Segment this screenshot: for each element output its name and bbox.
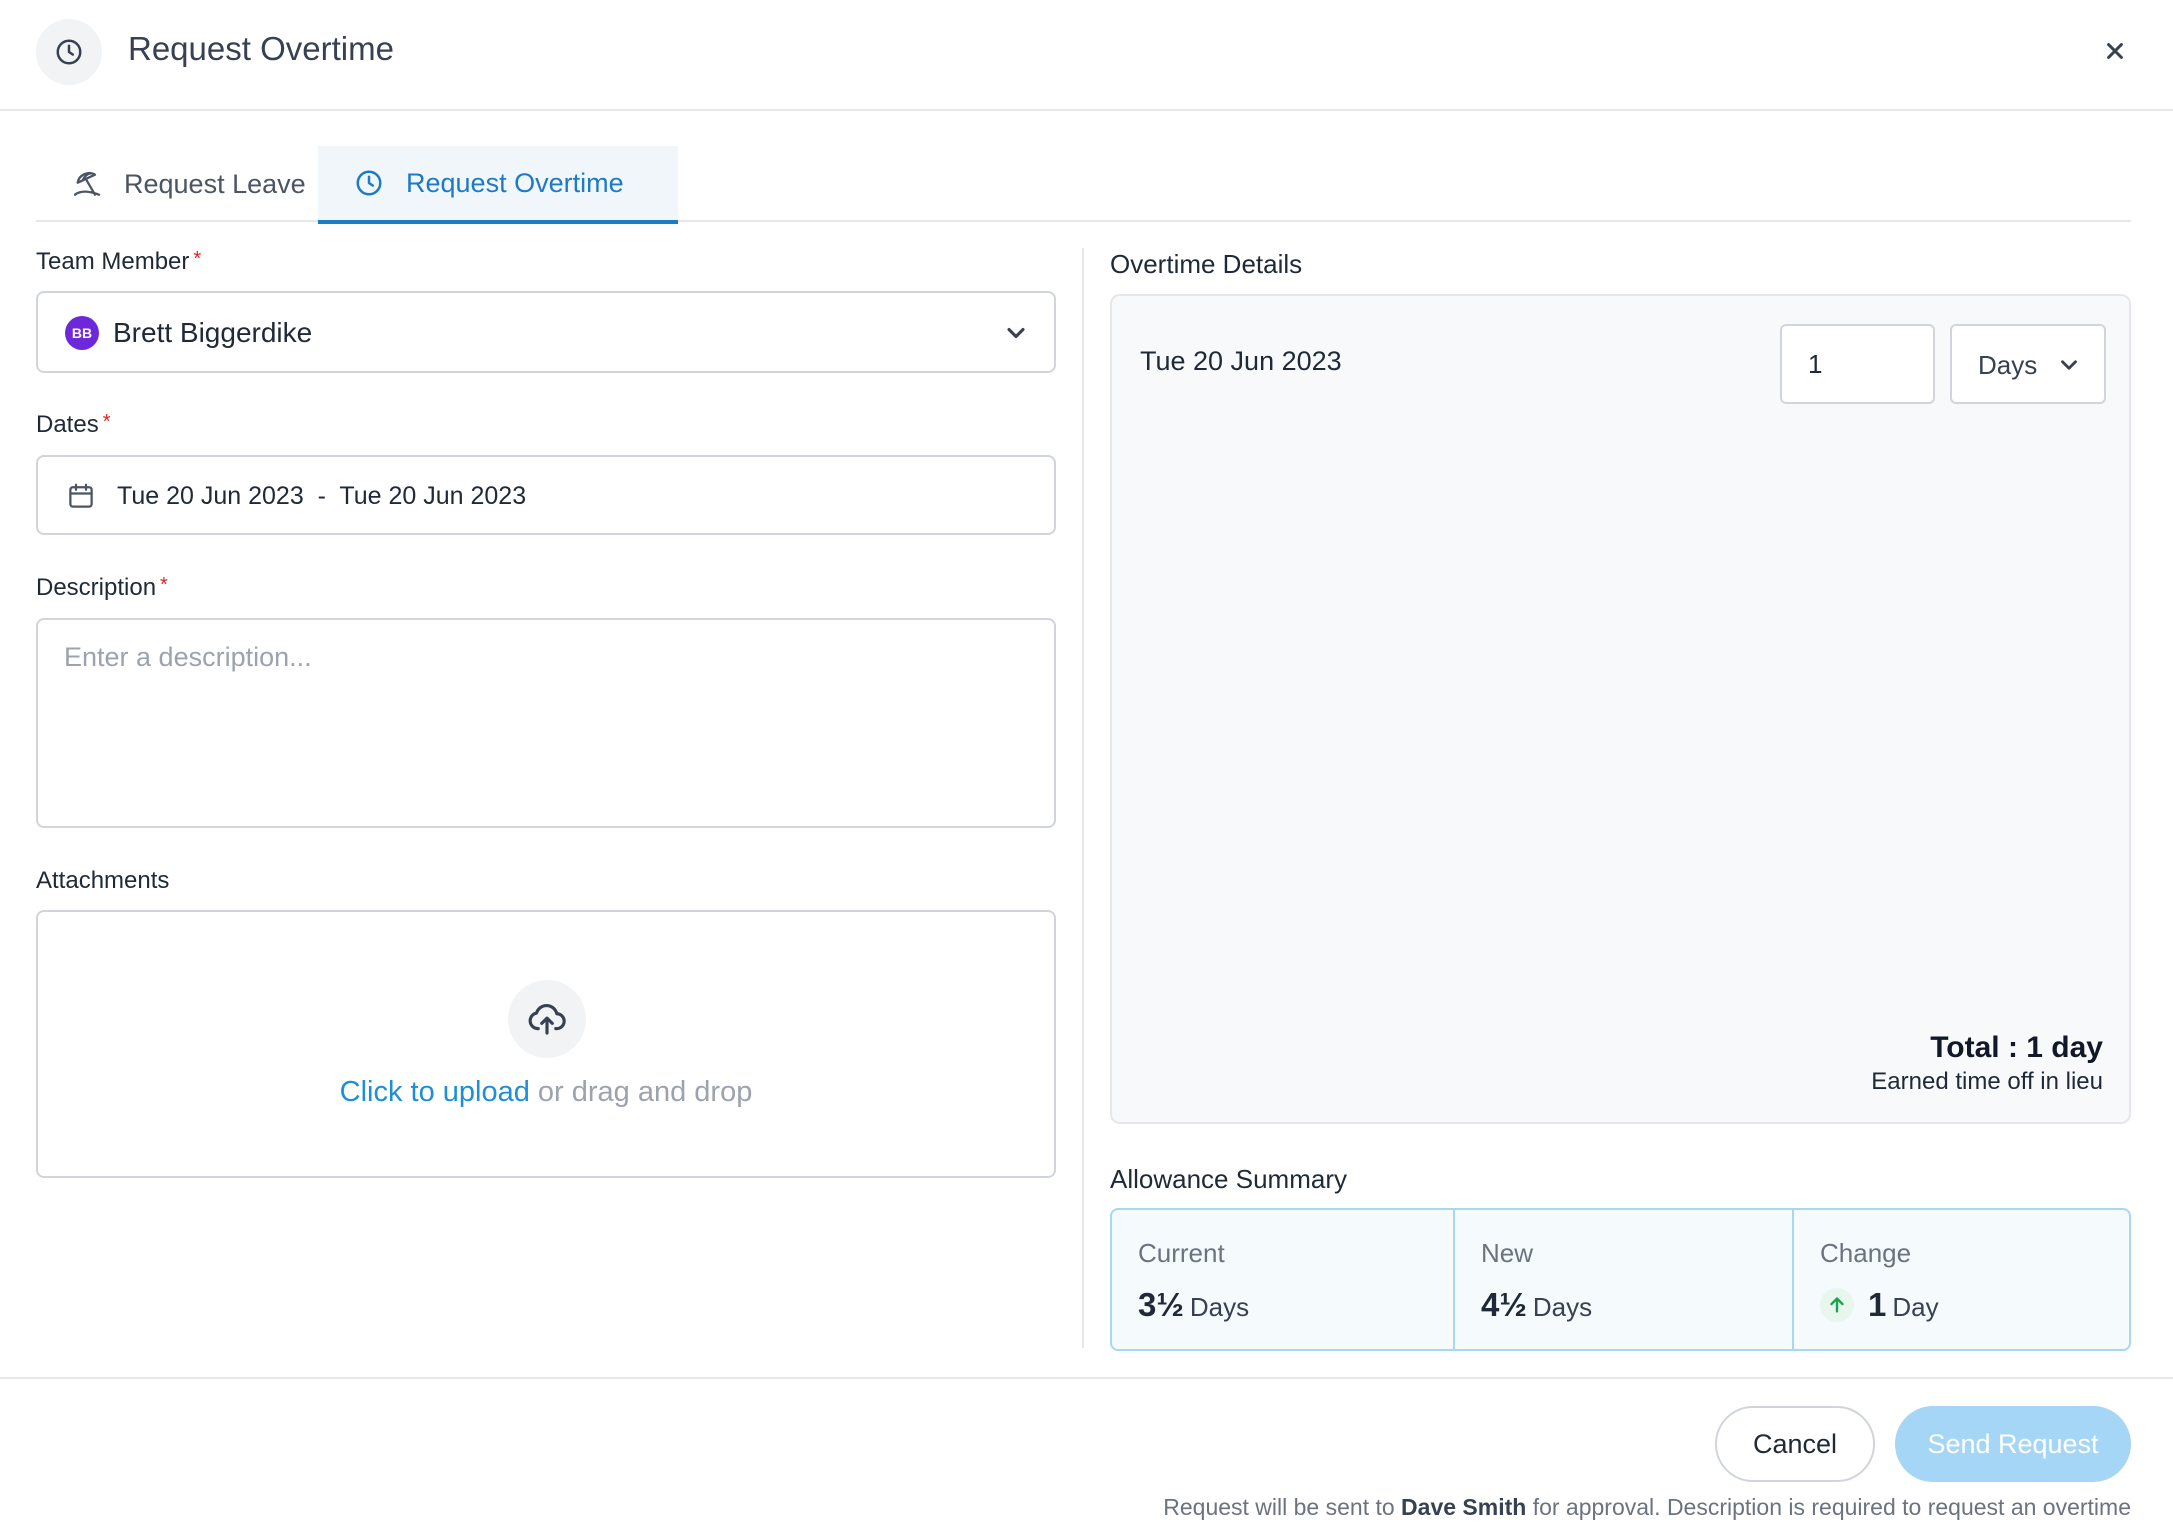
description-label-text: Description [36, 574, 157, 601]
approval-note-suffix: for approval. Description is required to… [1526, 1494, 2131, 1520]
attachments-label: Attachments [36, 867, 170, 894]
avatar: BB [65, 316, 99, 350]
allowance-new-value: 4½ [1481, 1286, 1527, 1323]
send-request-button[interactable]: Send Request [1895, 1406, 2131, 1482]
allowance-current: Current 3½ Days [1112, 1210, 1453, 1349]
click-to-upload-link[interactable]: Click to upload [340, 1076, 530, 1108]
clock-icon [352, 166, 386, 200]
arrow-up-icon [1820, 1288, 1854, 1322]
allowance-change-value-row: 1 Day [1820, 1286, 1939, 1324]
header-icon-badge [36, 19, 102, 85]
allowance-current-unit: Days [1189, 1292, 1250, 1322]
beach-umbrella-icon [70, 167, 104, 201]
required-marker: * [102, 411, 111, 433]
allowance-change-unit: Day [1892, 1292, 1939, 1322]
overtime-details-title: Overtime Details [1110, 249, 1303, 279]
close-icon [2107, 43, 2123, 59]
approval-note-prefix: Request will be sent to [1163, 1494, 1402, 1520]
allowance-change-label: Change [1820, 1238, 1912, 1268]
overtime-unit-select[interactable]: Days [1950, 324, 2106, 404]
modal-header: Request Overtime [0, 0, 2173, 111]
drag-drop-text: or drag and drop [529, 1076, 753, 1108]
required-marker: * [193, 248, 202, 270]
tab-request-leave[interactable]: Request Leave [36, 146, 318, 222]
team-member-select[interactable]: BB Brett Biggerdike [36, 291, 1056, 373]
description-field-wrap [36, 618, 1056, 828]
allowance-new-unit: Days [1532, 1292, 1593, 1322]
team-member-label: Team Member * [36, 248, 201, 276]
allowance-change: Change 1 Day [1792, 1210, 2129, 1349]
team-member-value: Brett Biggerdike [113, 317, 313, 348]
column-divider [1082, 248, 1084, 1348]
dates-label-text: Dates [36, 411, 99, 438]
allowance-new-value-row: 4½ Days [1481, 1286, 1592, 1324]
close-button[interactable] [2098, 34, 2132, 68]
approver-name: Dave Smith [1401, 1494, 1527, 1520]
team-member-label-text: Team Member [36, 248, 190, 275]
allowance-summary-title: Allowance Summary [1110, 1164, 1347, 1194]
chevron-down-icon [1007, 327, 1025, 339]
date-range-value: Tue 20 Jun 2023 - Tue 20 Jun 2023 [117, 482, 527, 510]
date-range-picker[interactable]: Tue 20 Jun 2023 - Tue 20 Jun 2023 [36, 455, 1056, 535]
required-marker: * [160, 574, 168, 596]
tab-label: Request Leave [124, 168, 306, 199]
overtime-row-date: Tue 20 Jun 2023 [1140, 346, 1342, 376]
request-type-tabs: Request Leave Request Overtime [36, 146, 2131, 224]
overtime-total-subtitle: Earned time off in lieu [1871, 1068, 2103, 1095]
tab-request-overtime[interactable]: Request Overtime [318, 146, 678, 224]
tab-label: Request Overtime [406, 167, 624, 198]
upload-icon-badge [508, 980, 586, 1058]
overtime-unit-value: Days [1978, 350, 2038, 380]
allowance-current-label: Current [1138, 1238, 1225, 1268]
overtime-details-panel: Tue 20 Jun 2023 Days Total : 1 day Earne… [1110, 294, 2131, 1124]
description-label: Description * [36, 574, 168, 602]
allowance-current-value: 3½ [1138, 1286, 1184, 1323]
modal-title: Request Overtime [128, 30, 394, 67]
upload-prompt: Click to upload or drag and drop [38, 1076, 1054, 1109]
allowance-new: New 4½ Days [1453, 1210, 1792, 1349]
allowance-current-value-row: 3½ Days [1138, 1286, 1249, 1324]
approval-note: Request will be sent to Dave Smith for a… [1163, 1494, 2131, 1521]
allowance-change-value: 1 [1868, 1286, 1887, 1323]
overtime-total: Total : 1 day [1930, 1031, 2103, 1064]
overtime-quantity-input[interactable] [1782, 326, 1933, 402]
attachments-dropzone[interactable]: Click to upload or drag and drop [36, 910, 1056, 1178]
footer-divider [0, 1377, 2173, 1379]
dates-label: Dates * [36, 411, 111, 439]
allowance-summary: Current 3½ Days New 4½ Days Change 1 Day [1110, 1208, 2131, 1351]
cancel-button[interactable]: Cancel [1715, 1406, 1875, 1482]
cloud-upload-icon [528, 1004, 566, 1035]
overtime-quantity-field [1780, 324, 1935, 404]
calendar-icon [69, 483, 93, 508]
clock-icon [56, 39, 82, 65]
chevron-down-icon [2061, 360, 2077, 370]
allowance-new-label: New [1481, 1238, 1534, 1268]
description-input[interactable] [38, 620, 1054, 826]
